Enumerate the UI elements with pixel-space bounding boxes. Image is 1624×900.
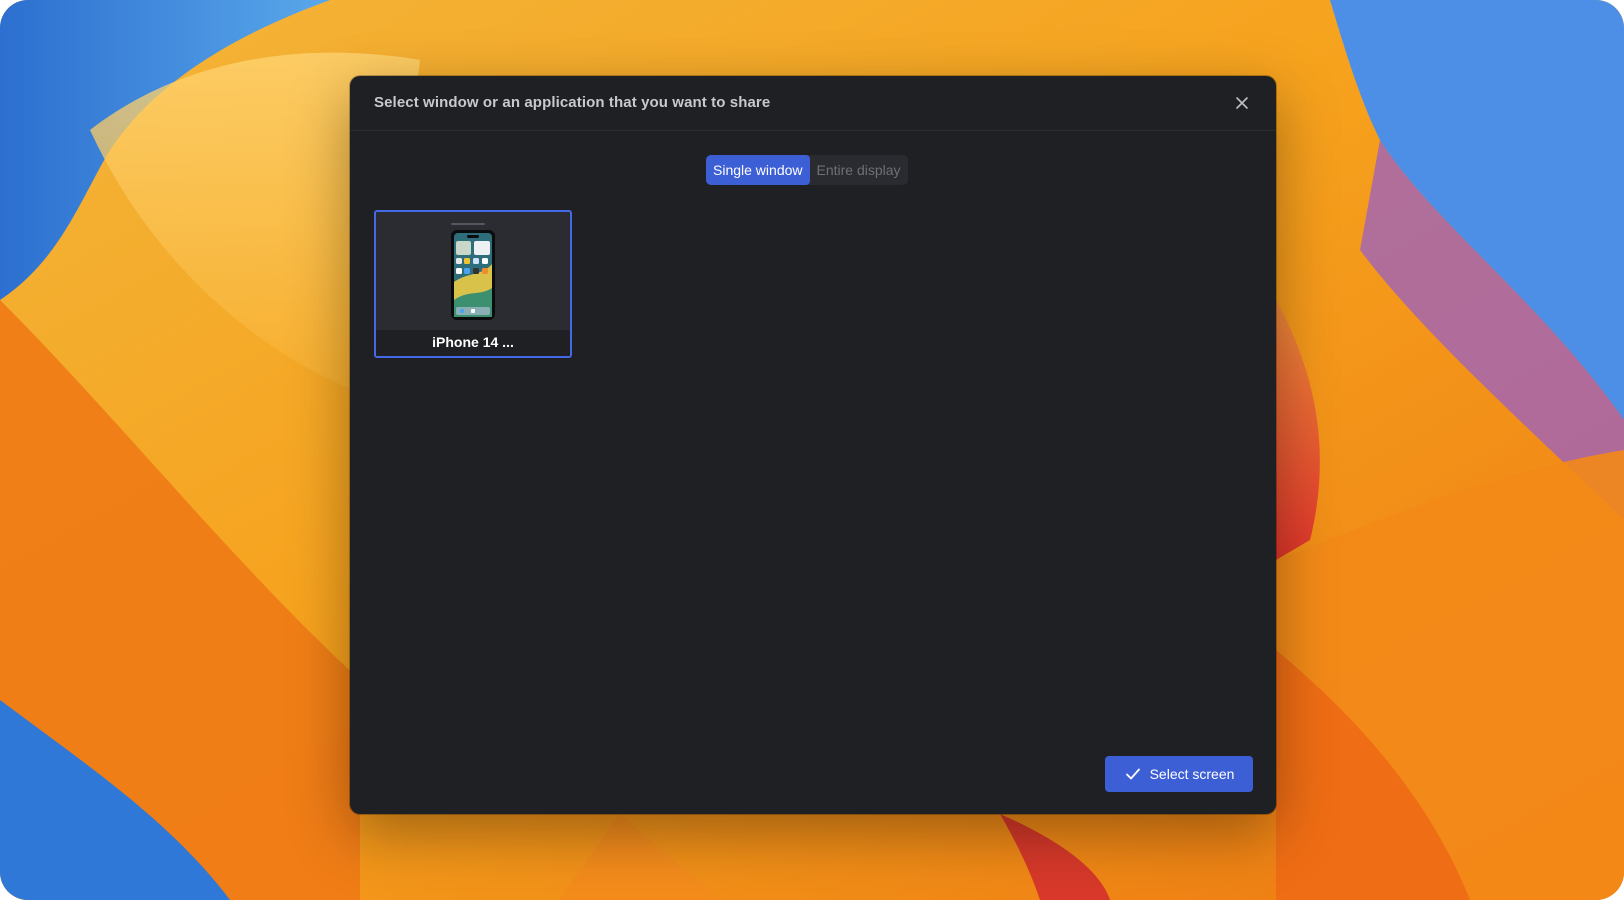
share-dialog: Select window or an application that you… — [350, 76, 1276, 814]
tab-entire-display[interactable]: Entire display — [810, 155, 908, 185]
select-screen-label: Select screen — [1149, 766, 1235, 782]
close-button[interactable] — [1232, 93, 1252, 113]
check-icon — [1125, 768, 1140, 780]
dialog-header: Select window or an application that you… — [350, 76, 1276, 131]
window-option-iphone[interactable]: iPhone 14 ... — [374, 210, 572, 358]
tab-single-window[interactable]: Single window — [706, 155, 810, 185]
close-icon — [1236, 97, 1248, 109]
share-mode-toggle: Single window Entire display — [706, 155, 908, 185]
window-preview — [376, 212, 570, 332]
dialog-title: Select window or an application that you… — [374, 94, 771, 111]
iphone-preview-icon — [451, 223, 495, 320]
desktop-wallpaper: Select window or an application that you… — [0, 0, 1624, 900]
select-screen-button[interactable]: Select screen — [1105, 756, 1253, 792]
window-option-label: iPhone 14 ... — [376, 330, 570, 356]
